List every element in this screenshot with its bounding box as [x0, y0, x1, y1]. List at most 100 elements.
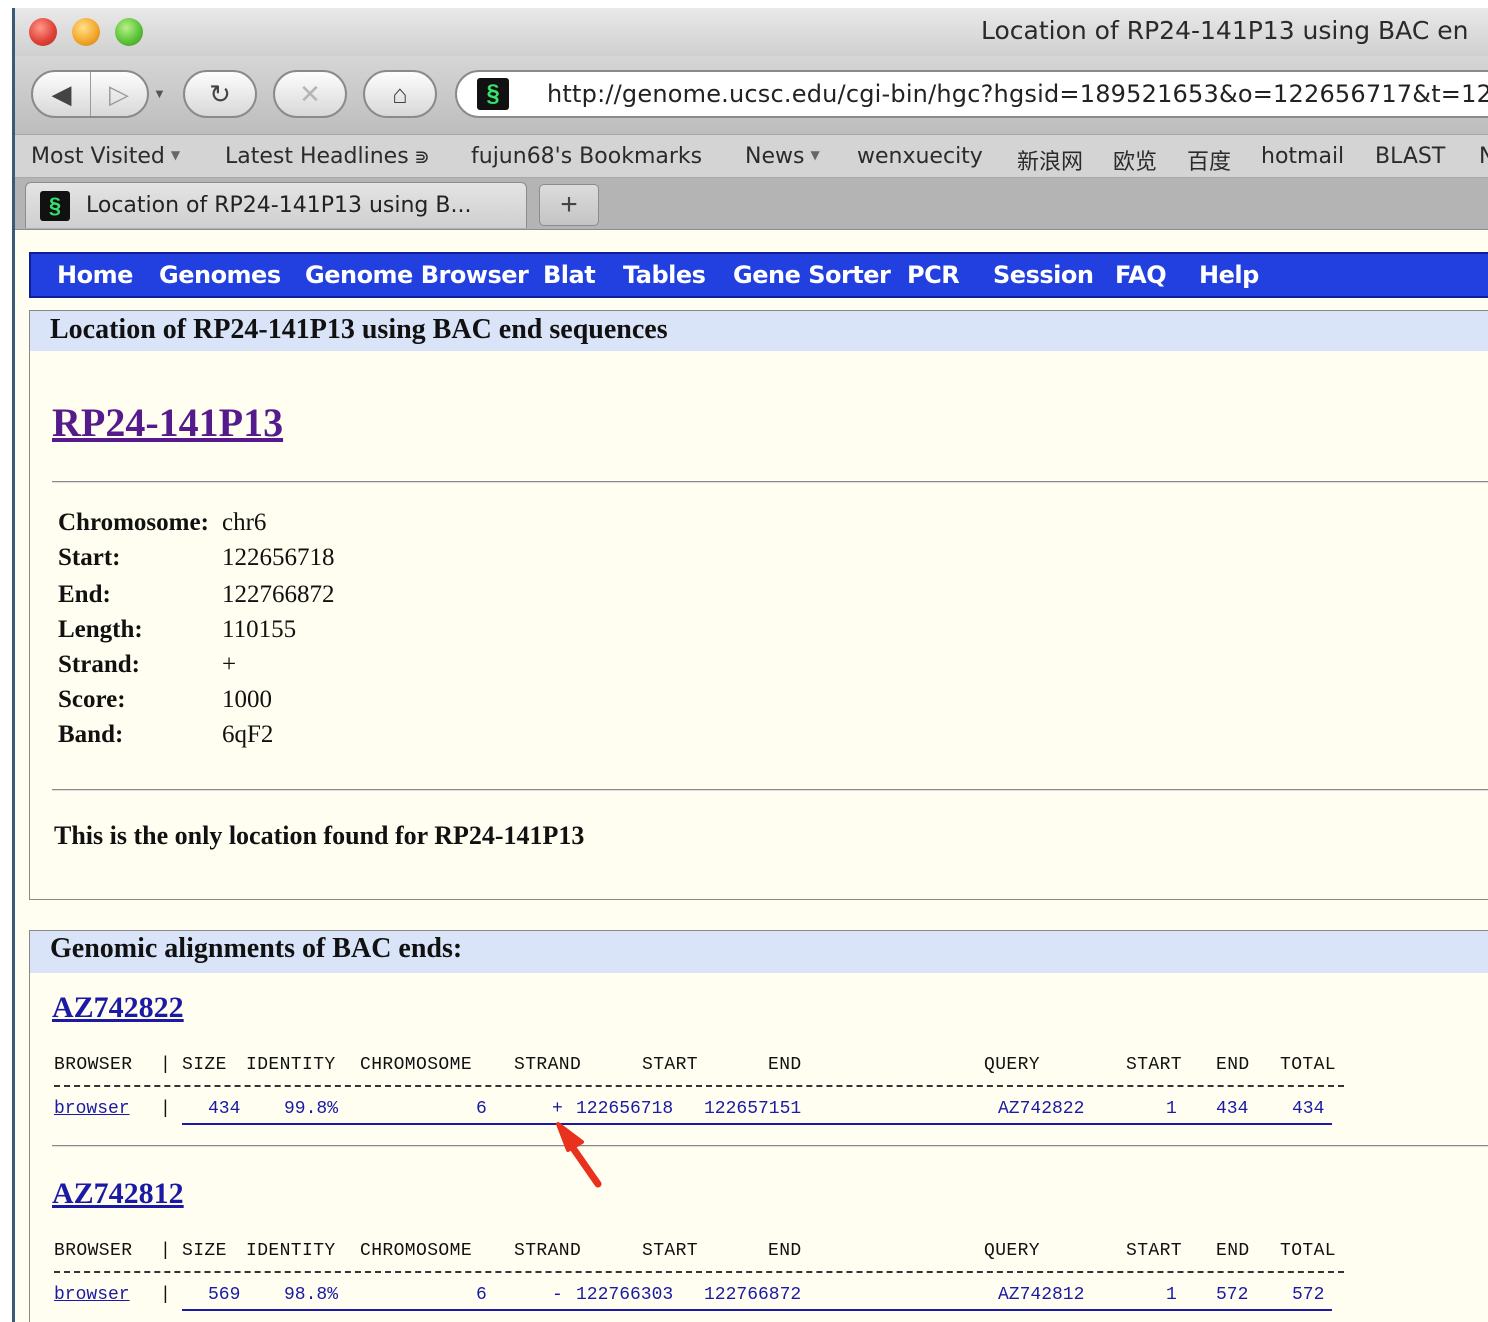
size-value: 569 — [208, 1285, 241, 1305]
accession-link[interactable]: AZ742812 — [52, 1177, 184, 1211]
nav-genome-browser[interactable]: Genome Browser — [305, 261, 529, 289]
column-separator: | — [160, 1099, 171, 1119]
bookmark-item[interactable]: hotmail — [1261, 144, 1344, 169]
field-value: 122766872 — [222, 581, 335, 608]
close-window-button[interactable] — [29, 18, 57, 46]
nav-home[interactable]: Home — [57, 261, 133, 289]
alignments-panel: Genomic alignments of BAC ends: AZ742822… — [29, 930, 1488, 1322]
nav-faq[interactable]: FAQ — [1115, 261, 1167, 289]
reload-button[interactable]: ↻ — [183, 70, 257, 118]
forward-button[interactable]: ▷ — [90, 72, 147, 116]
bookmark-item[interactable]: N — [1479, 144, 1488, 169]
identity-value: 98.8% — [284, 1285, 339, 1305]
bookmark-item[interactable]: 百度 — [1187, 144, 1231, 176]
section-title: Genomic alignments of BAC ends: — [50, 933, 463, 964]
bookmark-item[interactable]: wenxuecity — [857, 144, 983, 169]
bookmark-label: 欧览 — [1113, 150, 1158, 175]
table-divider — [54, 1085, 1344, 1087]
column-header: END — [768, 1055, 802, 1075]
bookmark-label: wenxuecity — [857, 144, 983, 169]
rss-icon: ⋑ — [408, 147, 430, 168]
stop-icon: ✕ — [299, 78, 321, 109]
tab-active[interactable]: § Location of RP24-141P13 using B... — [25, 182, 527, 228]
column-header: START — [1126, 1241, 1183, 1261]
column-header: BROWSER — [54, 1055, 133, 1075]
query-start-value: 1 — [1166, 1099, 1177, 1119]
column-header: BROWSER — [54, 1241, 133, 1261]
field-value: chr6 — [222, 509, 267, 536]
site-navbar: Home Genomes Genome Browser Blat Tables Gene … — [29, 252, 1488, 298]
nav-genomes[interactable]: Genomes — [159, 261, 281, 289]
browser-link[interactable]: browser — [54, 1099, 130, 1119]
column-header: START — [642, 1055, 699, 1075]
bookmarks-bar: Most Visited ▼ Latest Headlines ⋑ fujun68's… — [15, 134, 1488, 178]
section-header: Location of RP24-141P13 using BAC end se… — [30, 311, 1488, 351]
column-header: CHROMOSOME — [360, 1241, 473, 1261]
strand-value: - — [552, 1285, 563, 1305]
tab-favicon-icon: § — [40, 191, 70, 221]
tab-title: Location of RP24-141P13 using B... — [86, 193, 472, 218]
nav-blat[interactable]: Blat — [543, 261, 596, 289]
bookmark-label: BLAST — [1375, 144, 1446, 169]
field-value: + — [222, 651, 237, 678]
minimize-window-button[interactable] — [72, 18, 100, 46]
bookmark-label: Latest Headlines — [225, 144, 409, 169]
start-value: 122766303 — [576, 1285, 674, 1305]
chevron-down-icon: ▼ — [170, 148, 181, 162]
end-value: 122766872 — [704, 1285, 802, 1305]
bookmark-item[interactable]: News ▼ — [745, 144, 820, 169]
column-header: END — [1216, 1241, 1250, 1261]
field-label: Start: — [58, 544, 121, 571]
column-header: END — [1216, 1055, 1250, 1075]
nav-help[interactable]: Help — [1199, 261, 1259, 289]
home-icon: ⌂ — [392, 78, 408, 109]
location-note: This is the only location found for RP24… — [54, 821, 585, 850]
column-header: QUERY — [984, 1055, 1041, 1075]
divider — [52, 481, 1488, 483]
window-title: Location of RP24-141P13 using BAC en — [981, 16, 1469, 45]
bookmark-item[interactable]: Most Visited ▼ — [31, 144, 180, 169]
divider — [52, 789, 1488, 791]
accession-link[interactable]: AZ742822 — [52, 991, 184, 1025]
bookmark-item[interactable]: fujun68's Bookmarks — [471, 144, 702, 169]
stop-button[interactable]: ✕ — [273, 70, 347, 118]
section-title: Location of RP24-141P13 using BAC end se… — [50, 314, 668, 345]
field-value: 1000 — [222, 686, 272, 713]
query-end-value: 434 — [1216, 1099, 1249, 1119]
end-value: 122657151 — [704, 1099, 802, 1119]
field-label: Strand: — [58, 651, 140, 678]
navigation-toolbar: ◀ ▷ ▼ ↻ ✕ ⌂ § http://genome.ucsc.edu/cgi… — [15, 56, 1488, 134]
column-header: SIZE — [182, 1241, 227, 1261]
tab-strip: § Location of RP24-141P13 using B... + — [15, 178, 1488, 230]
query-value: AZ742812 — [998, 1285, 1085, 1305]
column-separator: | — [160, 1285, 171, 1305]
home-button[interactable]: ⌂ — [363, 70, 437, 118]
bookmark-label: 新浪网 — [1017, 150, 1084, 175]
bookmark-item[interactable]: 新浪网 — [1017, 144, 1083, 176]
bookmark-item[interactable]: 欧览 — [1113, 144, 1157, 176]
browser-link[interactable]: browser — [54, 1285, 130, 1305]
history-dropdown-icon[interactable]: ▼ — [153, 86, 166, 101]
reload-icon: ↻ — [209, 78, 231, 109]
zoom-window-button[interactable] — [115, 18, 143, 46]
bookmark-label: 百度 — [1187, 150, 1232, 175]
url-bar[interactable]: § http://genome.ucsc.edu/cgi-bin/hgc?hgs… — [455, 70, 1488, 118]
nav-pcr[interactable]: PCR — [907, 261, 960, 289]
back-forward-group: ◀ ▷ — [31, 70, 149, 118]
bookmark-item[interactable]: Latest Headlines ⋑ — [225, 144, 429, 169]
bookmark-item[interactable]: BLAST — [1375, 144, 1445, 169]
back-button[interactable]: ◀ — [33, 72, 90, 116]
nav-gene-sorter[interactable]: Gene Sorter — [733, 261, 891, 289]
field-value: 122656718 — [222, 544, 335, 571]
column-header: STRAND — [514, 1055, 582, 1075]
field-label: Length: — [58, 616, 143, 643]
url-text[interactable]: http://genome.ucsc.edu/cgi-bin/hgc?hgsid… — [547, 80, 1488, 108]
nav-session[interactable]: Session — [993, 261, 1094, 289]
column-header: IDENTITY — [246, 1055, 336, 1075]
field-label: Band: — [58, 721, 124, 748]
title-bar: Location of RP24-141P13 using BAC en — [15, 8, 1488, 56]
back-arrow-icon: ◀ — [51, 78, 72, 109]
nav-tables[interactable]: Tables — [623, 261, 706, 289]
new-tab-button[interactable]: + — [539, 184, 599, 226]
clone-link[interactable]: RP24-141P13 — [52, 399, 283, 446]
